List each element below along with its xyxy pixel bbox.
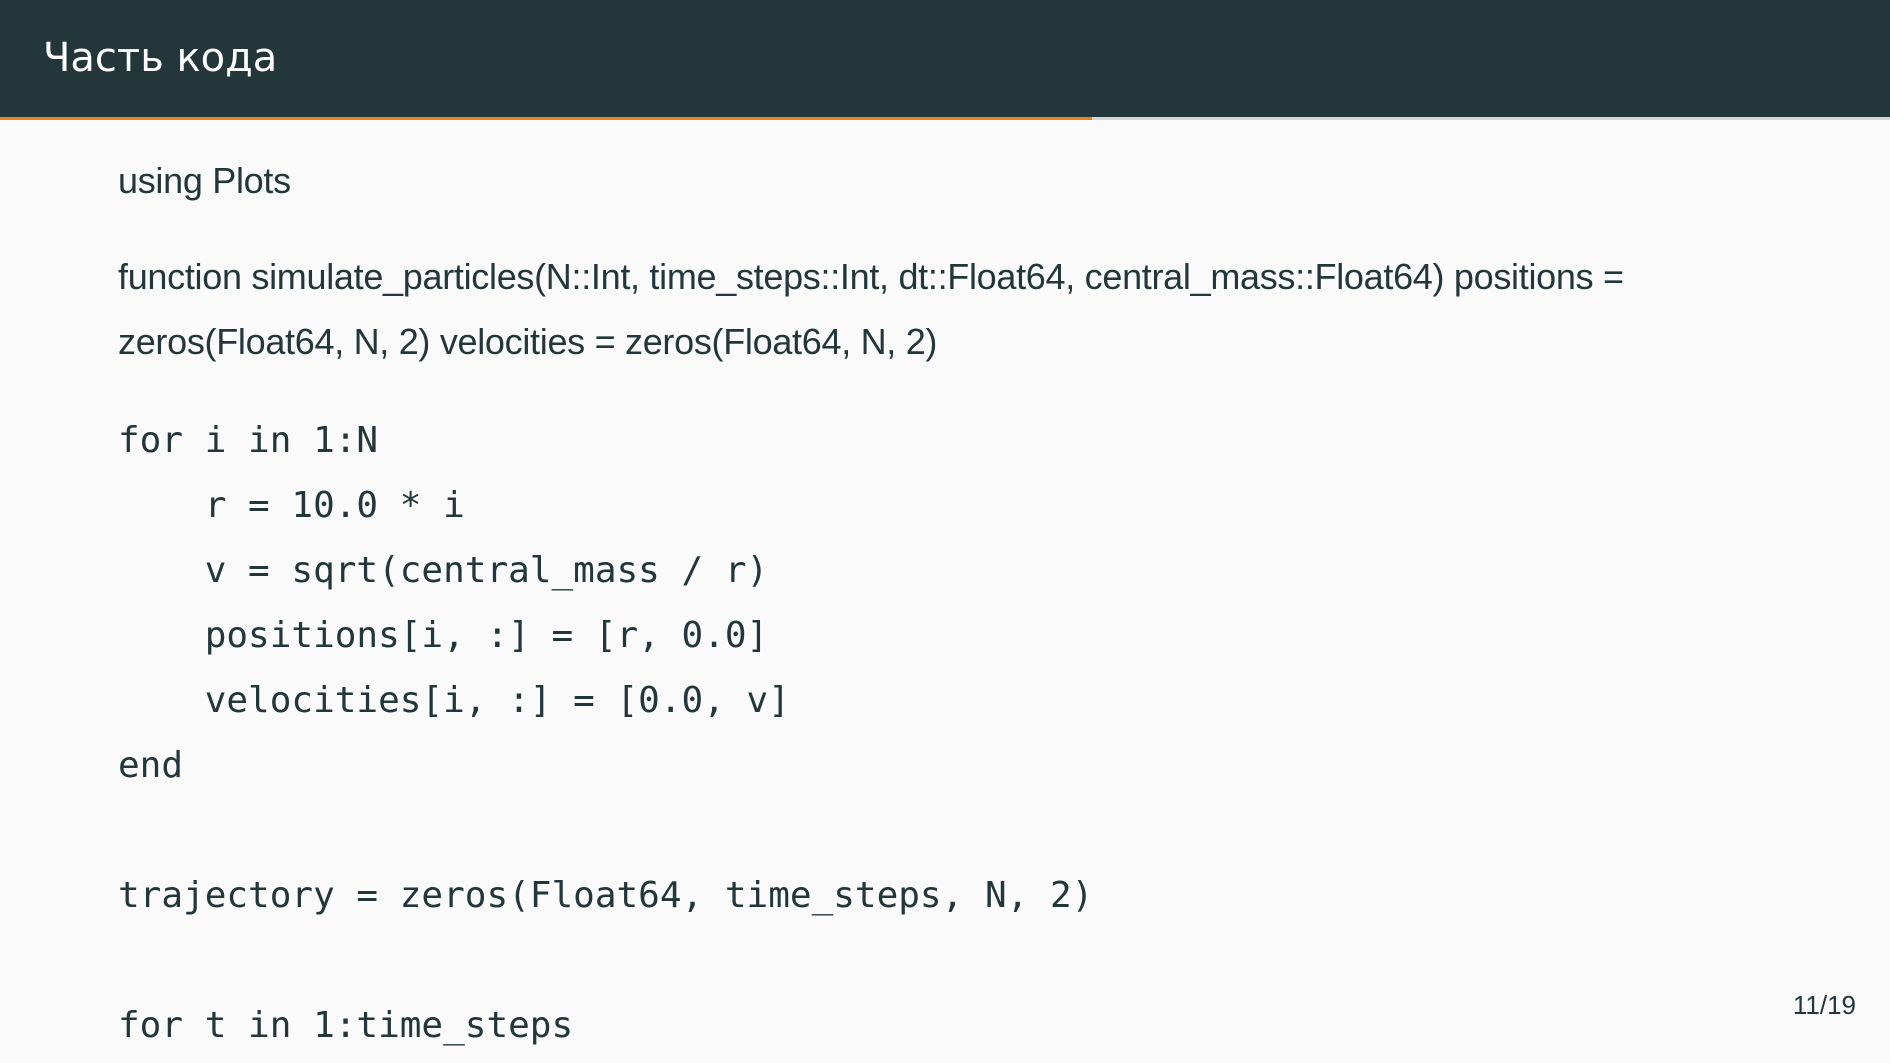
- using-statement: using Plots: [118, 160, 291, 201]
- code-line: positions[i, :] = [r, 0.0]: [118, 615, 769, 656]
- progress-bar: [0, 117, 1890, 120]
- code-line: v = sqrt(central_mass / r): [118, 550, 769, 591]
- slide-header: Часть кода: [0, 0, 1890, 117]
- code-line: r = 10.0 * i: [118, 485, 465, 526]
- slide-title: Часть кода: [43, 35, 278, 81]
- function-signature-line-2: zeros(Float64, N, 2) velocities = zeros(…: [118, 321, 938, 362]
- function-signature: function simulate_particles(N::Int, time…: [118, 244, 1624, 374]
- slide: Часть кода using Plots function simulate…: [0, 0, 1890, 1063]
- code-line: for i in 1:N: [118, 420, 379, 461]
- function-signature-line-1: function simulate_particles(N::Int, time…: [118, 256, 1624, 297]
- code-line: velocities[i, :] = [0.0, v]: [118, 680, 790, 721]
- page-number: 11/19: [1792, 990, 1856, 1020]
- code-line: trajectory = zeros(Float64, time_steps, …: [118, 875, 1094, 916]
- code-line: end: [118, 745, 184, 786]
- code-line: for t in 1:time_steps: [118, 1005, 574, 1046]
- progress-bar-fill: [0, 117, 1093, 120]
- code-block: for i in 1:N r = 10.0 * i v = sqrt(centr…: [118, 408, 1093, 1058]
